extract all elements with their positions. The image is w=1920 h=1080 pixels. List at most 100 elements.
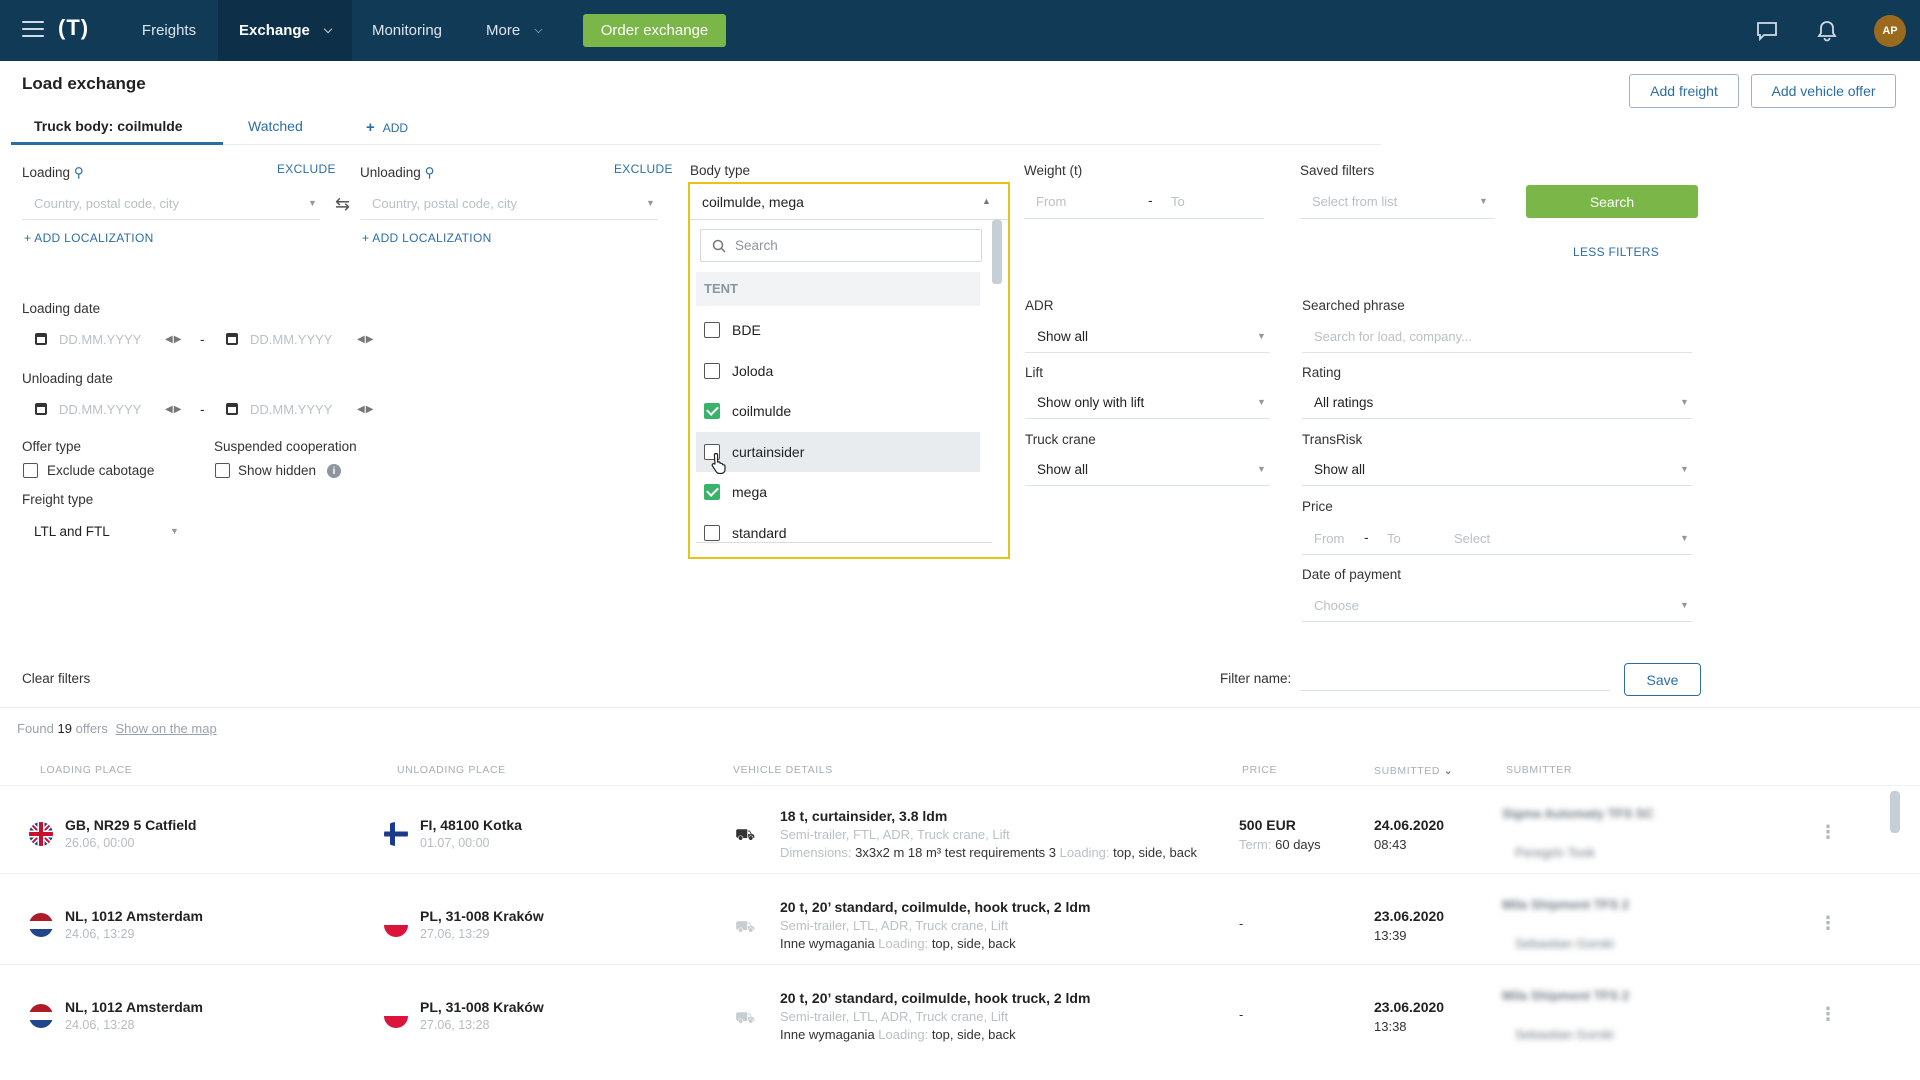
checkbox[interactable] — [704, 322, 720, 338]
price-to-input[interactable]: To — [1387, 531, 1401, 546]
date-arrows-icon[interactable]: ◀▶ — [165, 334, 182, 345]
calendar-icon[interactable] — [226, 333, 238, 345]
order-exchange-button[interactable]: Order exchange — [583, 14, 726, 47]
submitter-person[interactable]: Peregrin Took — [1515, 845, 1595, 860]
submitter-person[interactable]: Sebastian Gorski — [1515, 1027, 1614, 1042]
column-header-submitter[interactable]: SUBMITTER — [1506, 764, 1572, 776]
messages-icon[interactable] — [1754, 18, 1780, 44]
add-vehicle-offer-button[interactable]: Add vehicle offer — [1751, 74, 1896, 108]
rating-select[interactable]: All ratings — [1314, 395, 1373, 410]
loading-date-from[interactable]: DD.MM.YYYY — [59, 332, 141, 347]
caret-down-icon[interactable]: ▼ — [1257, 464, 1266, 474]
nav-exchange[interactable]: Exchange ⌵ — [218, 0, 352, 61]
loading-date-to[interactable]: DD.MM.YYYY — [250, 332, 332, 347]
unloading-exclude-link[interactable]: EXCLUDE — [614, 162, 673, 176]
calendar-icon[interactable] — [35, 403, 47, 415]
user-avatar[interactable]: AP — [1874, 15, 1906, 47]
caret-down-icon[interactable]: ▼ — [646, 198, 655, 208]
hamburger-menu-icon[interactable] — [22, 21, 44, 37]
column-header-unloading-place[interactable]: UNLOADING PLACE — [397, 764, 506, 776]
option-curtainsider[interactable]: curtainsider — [696, 432, 980, 474]
unloading-place-input[interactable]: Country, postal code, city — [372, 196, 517, 211]
loading-add-localization[interactable]: + ADD LOCALIZATION — [24, 231, 154, 245]
column-header-loading-place[interactable]: LOADING PLACE — [40, 764, 132, 776]
calendar-icon[interactable] — [35, 333, 47, 345]
freight-type-select[interactable]: LTL and FTL — [34, 524, 110, 539]
lift-select[interactable]: Show only with lift — [1037, 395, 1144, 410]
option-bde[interactable]: BDE — [696, 310, 980, 350]
date-arrows-icon[interactable]: ◀▶ — [165, 404, 182, 415]
results-scrollbar[interactable] — [1890, 791, 1900, 833]
checkbox[interactable] — [704, 363, 720, 379]
price-from-input[interactable]: From — [1314, 531, 1344, 546]
dropdown-scrollbar[interactable] — [992, 220, 1002, 284]
loading-exclude-link[interactable]: EXCLUDE — [277, 162, 336, 176]
date-arrows-icon[interactable]: ◀▶ — [357, 404, 374, 415]
caret-down-icon[interactable]: ▼ — [1680, 464, 1689, 474]
search-button[interactable]: Search — [1526, 185, 1698, 218]
info-icon[interactable]: i — [327, 464, 341, 478]
option-coilmulde[interactable]: coilmulde — [696, 391, 980, 431]
swap-arrows-icon[interactable]: ⇆ — [335, 194, 350, 215]
body-type-select[interactable]: coilmulde, mega ▲ — [690, 184, 1008, 220]
submitter-company[interactable]: Mila Shipment TFS 2 — [1502, 988, 1629, 1003]
app-logo[interactable]: (T) — [58, 15, 89, 41]
submitter-company[interactable]: Mila Shipment TFS 2 — [1502, 897, 1629, 912]
nav-monitoring[interactable]: Monitoring — [352, 0, 462, 61]
weight-from-input[interactable]: From — [1036, 194, 1066, 209]
less-filters-link[interactable]: LESS FILTERS — [1573, 245, 1659, 259]
caret-down-icon[interactable]: ▼ — [308, 198, 317, 208]
caret-down-icon[interactable]: ▼ — [1680, 533, 1689, 543]
tab-truck-body-coilmulde[interactable]: Truck body: coilmulde — [34, 118, 183, 134]
caret-down-icon[interactable]: ▼ — [1680, 397, 1689, 407]
caret-up-icon[interactable]: ▲ — [982, 196, 991, 206]
caret-down-icon[interactable]: ▼ — [1479, 196, 1488, 206]
adr-select[interactable]: Show all — [1037, 329, 1088, 344]
notifications-bell-icon[interactable] — [1814, 18, 1840, 44]
option-standard[interactable]: standard — [696, 513, 980, 553]
body-type-dropdown[interactable]: coilmulde, mega ▲ Search TENT BDE Joloda… — [688, 182, 1010, 559]
date-arrows-icon[interactable]: ◀▶ — [357, 334, 374, 345]
unloading-add-localization[interactable]: + ADD LOCALIZATION — [362, 231, 492, 245]
unloading-date-from[interactable]: DD.MM.YYYY — [59, 402, 141, 417]
checkbox[interactable] — [704, 525, 720, 541]
checkbox-checked[interactable] — [704, 484, 720, 500]
submitter-person[interactable]: Sebastian Gorski — [1515, 936, 1614, 951]
nav-freights[interactable]: Freights — [123, 0, 215, 61]
transrisk-select[interactable]: Show all — [1314, 462, 1365, 477]
caret-down-icon[interactable]: ▼ — [170, 526, 179, 536]
show-on-map-link[interactable]: Show on the map — [116, 721, 217, 736]
body-type-search-input[interactable]: Search — [700, 229, 982, 262]
row-menu-icon[interactable]: ⋮ — [1819, 1004, 1837, 1025]
unloading-date-to[interactable]: DD.MM.YYYY — [250, 402, 332, 417]
caret-down-icon[interactable]: ▼ — [1257, 331, 1266, 341]
column-header-vehicle-details[interactable]: VEHICLE DETAILS — [733, 764, 833, 776]
add-tab-button[interactable]: + ADD — [366, 119, 408, 136]
column-header-submitted[interactable]: SUBMITTED ⌄ — [1374, 764, 1453, 777]
caret-down-icon[interactable]: ▼ — [1257, 397, 1266, 407]
add-freight-button[interactable]: Add freight — [1629, 74, 1739, 108]
row-menu-icon[interactable]: ⋮ — [1819, 822, 1837, 843]
date-of-payment-select[interactable]: Choose — [1314, 598, 1359, 613]
filter-name-input[interactable] — [1300, 690, 1610, 691]
truck-crane-select[interactable]: Show all — [1037, 462, 1088, 477]
option-joloda[interactable]: Joloda — [696, 351, 980, 391]
calendar-icon[interactable] — [226, 403, 238, 415]
price-currency-select[interactable]: Select — [1454, 531, 1490, 546]
exclude-cabotage-checkbox[interactable] — [23, 463, 38, 478]
clear-filters-link[interactable]: Clear filters — [22, 671, 90, 686]
submitter-company[interactable]: Sigma Automaty TFS SC — [1502, 806, 1654, 821]
loading-place-input[interactable]: Country, postal code, city — [34, 196, 179, 211]
caret-down-icon[interactable]: ▼ — [1680, 600, 1689, 610]
weight-to-input[interactable]: To — [1171, 194, 1185, 209]
checkbox-checked[interactable] — [704, 403, 720, 419]
option-mega[interactable]: mega — [696, 472, 980, 512]
searched-phrase-input[interactable]: Search for load, company... — [1314, 329, 1472, 344]
show-hidden-checkbox[interactable] — [215, 463, 230, 478]
save-filter-button[interactable]: Save — [1624, 663, 1701, 696]
saved-filters-select[interactable]: Select from list — [1312, 194, 1397, 209]
row-menu-icon[interactable]: ⋮ — [1819, 913, 1837, 934]
nav-more[interactable]: More ⌵ — [486, 0, 566, 61]
tab-watched[interactable]: Watched — [248, 118, 303, 134]
column-header-price[interactable]: PRICE — [1242, 764, 1277, 776]
